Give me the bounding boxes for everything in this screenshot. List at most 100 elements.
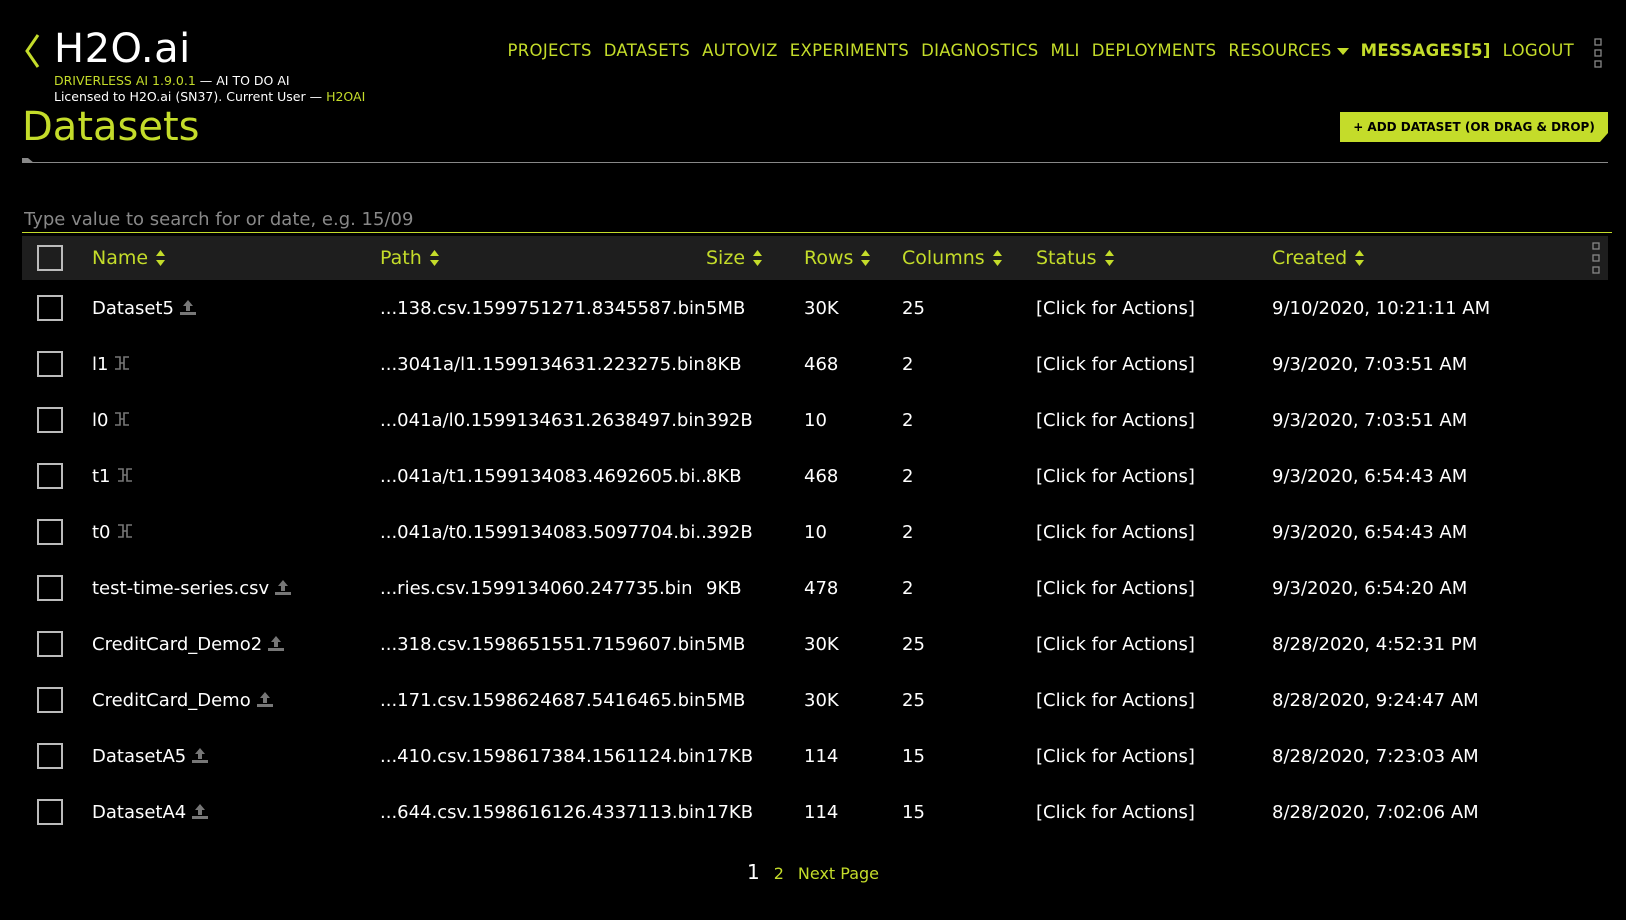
dataset-path: ...ries.csv.1599134060.247735.bin: [380, 577, 693, 599]
search-input[interactable]: [22, 206, 1612, 233]
nav-autoviz[interactable]: AUTOVIZ: [702, 41, 778, 60]
upload-icon: [255, 690, 275, 708]
dataset-path: ...410.csv.1598617384.1561124.bin: [380, 745, 706, 767]
dataset-name: t1: [92, 465, 111, 487]
row-checkbox[interactable]: [37, 743, 63, 769]
nav-diagnostics[interactable]: DIAGNOSTICS: [921, 41, 1038, 60]
sort-icon: [861, 250, 871, 266]
dataset-path: ...138.csv.1599751271.8345587.bin: [380, 297, 706, 319]
dataset-name-cell[interactable]: CreditCard_Demo: [92, 690, 275, 711]
dataset-name-cell[interactable]: DatasetA4: [92, 802, 210, 823]
header-status[interactable]: Status: [1036, 247, 1114, 269]
nav-experiments[interactable]: EXPERIMENTS: [790, 41, 909, 60]
header-path[interactable]: Path: [380, 247, 439, 269]
dataset-name-cell[interactable]: Dataset5: [92, 298, 198, 319]
row-checkbox[interactable]: [37, 799, 63, 825]
license-text: Licensed to H2O.ai (SN37). Current User …: [54, 89, 327, 104]
dataset-name-cell[interactable]: l1: [92, 354, 132, 375]
dataset-created: 8/28/2020, 9:24:47 AM: [1272, 689, 1479, 711]
dataset-created: 9/3/2020, 7:03:51 AM: [1272, 353, 1468, 375]
nav-mli[interactable]: MLI: [1050, 41, 1079, 60]
nav-deployments[interactable]: DEPLOYMENTS: [1092, 41, 1217, 60]
header-size-label: Size: [706, 247, 746, 269]
sort-icon: [1104, 250, 1114, 266]
main-nav: PROJECTS DATASETS AUTOVIZ EXPERIMENTS DI…: [508, 41, 1574, 60]
dataset-size: 17KB: [706, 745, 754, 767]
dataset-name-cell[interactable]: l0: [92, 410, 132, 431]
product-tagline: — AI TO DO AI: [195, 73, 290, 88]
dataset-columns: 25: [902, 633, 925, 655]
dataset-status-actions[interactable]: [Click for Actions]: [1036, 466, 1195, 487]
dataset-name: DatasetA4: [92, 801, 187, 823]
header-created[interactable]: Created: [1272, 247, 1365, 269]
dataset-status-actions[interactable]: [Click for Actions]: [1036, 746, 1195, 767]
nav-resources[interactable]: RESOURCES: [1228, 41, 1349, 60]
add-dataset-button[interactable]: + ADD DATASET (OR DRAG & DROP): [1340, 112, 1608, 142]
row-checkbox[interactable]: [37, 351, 63, 377]
header-size[interactable]: Size: [706, 247, 763, 269]
dataset-name: CreditCard_Demo2: [92, 633, 263, 655]
dataset-columns: 25: [902, 689, 925, 711]
dataset-status-actions[interactable]: [Click for Actions]: [1036, 634, 1195, 655]
row-checkbox[interactable]: [37, 463, 63, 489]
dataset-columns: 2: [902, 577, 914, 599]
row-checkbox[interactable]: [37, 519, 63, 545]
dataset-status-actions[interactable]: [Click for Actions]: [1036, 354, 1195, 375]
dataset-status-actions[interactable]: [Click for Actions]: [1036, 802, 1195, 823]
current-user[interactable]: H2OAI: [326, 89, 365, 104]
row-checkbox[interactable]: [37, 687, 63, 713]
nav-resources-label: RESOURCES: [1228, 41, 1332, 60]
table-row: DatasetA4 ...644.csv.1598616126.4337113.…: [22, 784, 1608, 840]
header-rows[interactable]: Rows: [804, 247, 871, 269]
dataset-name-cell[interactable]: CreditCard_Demo2: [92, 634, 286, 655]
dataset-created: 9/10/2020, 10:21:11 AM: [1272, 297, 1491, 319]
dataset-name-cell[interactable]: t0: [92, 522, 135, 543]
dataset-rows: 30K: [804, 689, 839, 711]
nav-logout[interactable]: LOGOUT: [1503, 41, 1574, 60]
dataset-name: l1: [92, 353, 109, 375]
header-rows-label: Rows: [804, 247, 854, 269]
upload-icon: [266, 634, 286, 652]
dataset-status-actions[interactable]: [Click for Actions]: [1036, 410, 1195, 431]
sort-icon: [992, 250, 1002, 266]
nav-projects[interactable]: PROJECTS: [508, 41, 592, 60]
dataset-status-actions[interactable]: [Click for Actions]: [1036, 522, 1195, 543]
nav-messages[interactable]: MESSAGES[5]: [1361, 41, 1491, 60]
header-name[interactable]: Name: [92, 247, 166, 269]
dataset-created: 9/3/2020, 6:54:20 AM: [1272, 577, 1468, 599]
nav-datasets[interactable]: DATASETS: [604, 41, 690, 60]
table-row: CreditCard_Demo ...171.csv.1598624687.54…: [22, 672, 1608, 728]
header-path-label: Path: [380, 247, 422, 269]
dataset-name: test-time-series.csv: [92, 577, 270, 599]
column-menu-icon[interactable]: [1592, 242, 1600, 274]
sort-icon: [753, 250, 763, 266]
dataset-name-cell[interactable]: test-time-series.csv: [92, 578, 293, 599]
page-2-link[interactable]: 2: [774, 864, 784, 883]
dataset-status-actions[interactable]: [Click for Actions]: [1036, 690, 1195, 711]
header-columns[interactable]: Columns: [902, 247, 1002, 269]
dataset-size: 9KB: [706, 577, 742, 599]
dataset-name: t0: [92, 521, 111, 543]
kebab-menu-icon[interactable]: [1594, 38, 1602, 68]
upload-icon: [190, 746, 210, 764]
dataset-status-actions[interactable]: [Click for Actions]: [1036, 578, 1195, 599]
back-chevron-icon[interactable]: [22, 32, 44, 70]
dataset-name-cell[interactable]: DatasetA5: [92, 746, 210, 767]
dataset-path: ...041a/t0.1599134083.5097704.bi...: [380, 521, 713, 543]
row-checkbox[interactable]: [37, 407, 63, 433]
dataset-columns: 2: [902, 353, 914, 375]
dataset-rows: 478: [804, 577, 839, 599]
dataset-status-actions[interactable]: [Click for Actions]: [1036, 298, 1195, 319]
dataset-name-cell[interactable]: t1: [92, 466, 135, 487]
table-row: DatasetA5 ...410.csv.1598617384.1561124.…: [22, 728, 1608, 784]
select-all-checkbox[interactable]: [37, 245, 63, 271]
product-version: DRIVERLESS AI 1.9.0.1: [54, 73, 196, 88]
dataset-size: 8KB: [706, 465, 742, 487]
row-checkbox[interactable]: [37, 575, 63, 601]
header-name-label: Name: [92, 247, 149, 269]
table-row: l0 ...041a/l0.1599134631.2638497.bin 392…: [22, 392, 1608, 448]
row-checkbox[interactable]: [37, 631, 63, 657]
next-page-link[interactable]: Next Page: [798, 864, 879, 883]
table-row: t0 ...041a/t0.1599134083.5097704.bi... 3…: [22, 504, 1608, 560]
row-checkbox[interactable]: [37, 295, 63, 321]
